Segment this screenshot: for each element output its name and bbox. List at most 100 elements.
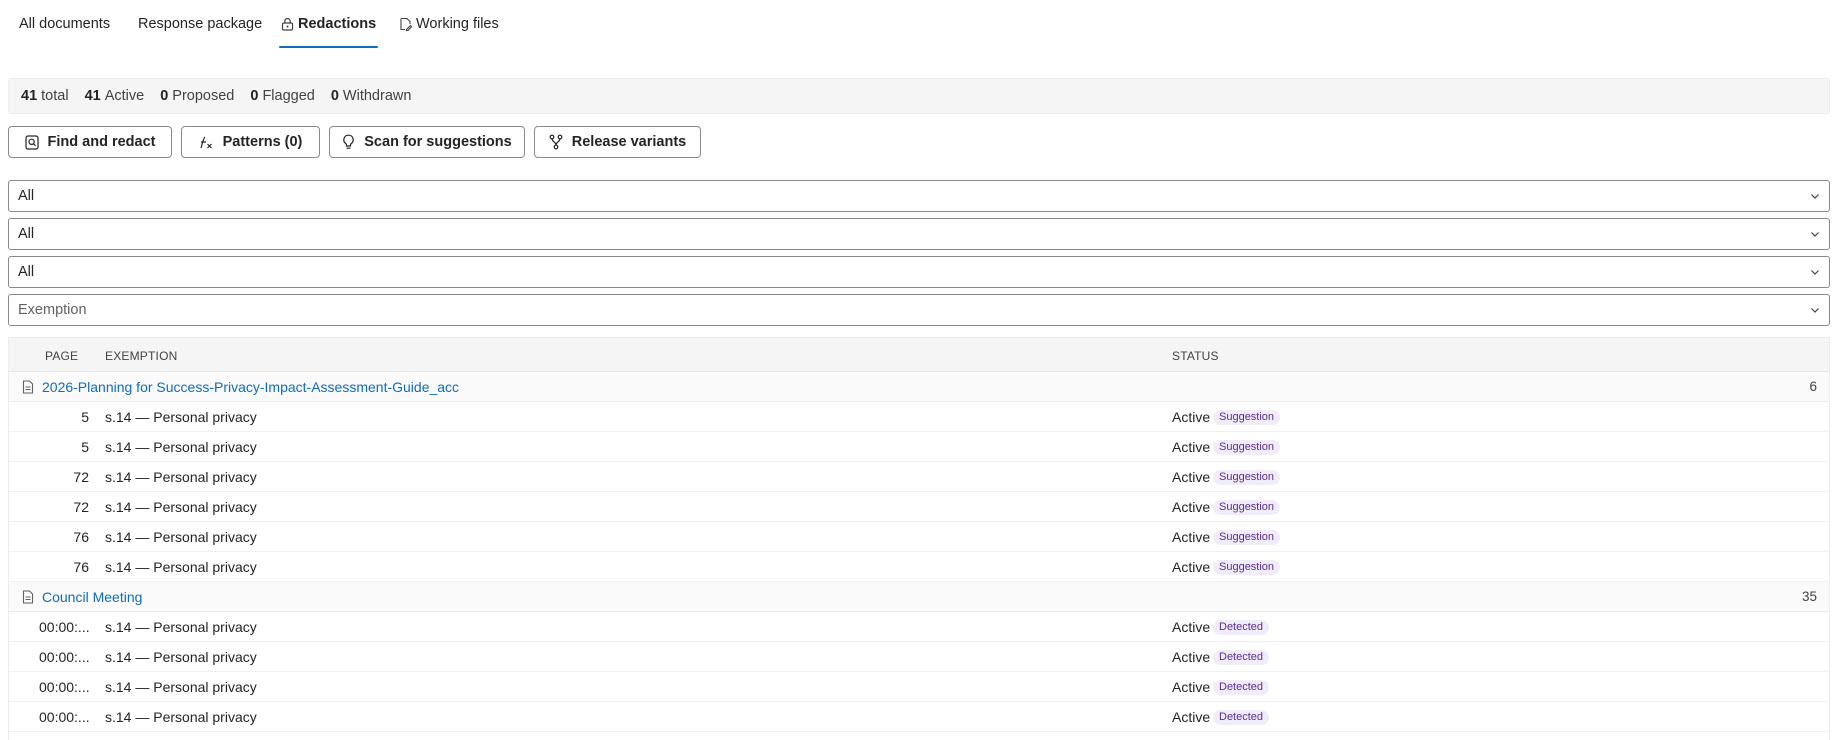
timestamp-cell: 00:00:... bbox=[39, 619, 90, 635]
select-value: All bbox=[18, 264, 35, 280]
detected-badge: Detected bbox=[1213, 680, 1270, 695]
scan-for-suggestions-button[interactable]: Scan for suggestions bbox=[329, 126, 525, 158]
status-cell: Active bbox=[1172, 649, 1211, 665]
table-row[interactable]: 76 s.14 — Personal privacy Active Sugges… bbox=[9, 522, 1829, 552]
status-cell: Active bbox=[1172, 469, 1211, 485]
tab-label: All documents bbox=[19, 16, 111, 32]
status-cell: Active bbox=[1172, 439, 1211, 455]
page-cell: 5 bbox=[81, 409, 89, 425]
table-header: PAGE EXEMPTION STATUS bbox=[9, 338, 1829, 372]
exemption-cell: s.14 — Personal privacy bbox=[105, 409, 257, 425]
exemption-cell: s.14 — Personal privacy bbox=[105, 529, 257, 545]
button-label: Patterns (0) bbox=[222, 134, 303, 150]
document-link[interactable]: Council Meeting bbox=[42, 589, 142, 605]
group-count: 6 bbox=[1809, 379, 1817, 394]
find-and-redact-button[interactable]: Find and redact bbox=[8, 126, 172, 158]
page-cell: 5 bbox=[81, 439, 89, 455]
stat-total: 41 total bbox=[21, 88, 69, 104]
release-variants-button[interactable]: Release variants bbox=[534, 126, 701, 158]
tab-bar: All documents Response package Redaction… bbox=[0, 0, 1840, 48]
chevron-down-icon bbox=[1811, 308, 1819, 313]
column-header-exemption[interactable]: EXEMPTION bbox=[105, 349, 177, 363]
redaction-summary: 41 total 41 Active 0 Proposed 0 Flagged 0 Wit… bbox=[8, 78, 1830, 114]
tab-label: Redactions bbox=[298, 16, 377, 32]
filter-select-3[interactable]: All bbox=[8, 256, 1830, 288]
detected-badge: Detected bbox=[1213, 650, 1270, 665]
status-cell: Active bbox=[1172, 679, 1211, 695]
document-icon bbox=[22, 590, 34, 604]
tab-all-documents[interactable]: All documents bbox=[19, 0, 110, 48]
exemption-cell: s.14 — Personal privacy bbox=[105, 619, 257, 635]
stat-active: 41 Active bbox=[84, 88, 145, 104]
exemption-cell: s.14 — Personal privacy bbox=[105, 439, 257, 455]
document-icon bbox=[22, 380, 34, 394]
exemption-cell: s.14 — Personal privacy bbox=[105, 709, 257, 725]
detected-badge: Detected bbox=[1213, 620, 1270, 635]
table-row[interactable]: 72 s.14 — Personal privacy Active Sugges… bbox=[9, 462, 1829, 492]
suggestion-badge: Suggestion bbox=[1213, 500, 1281, 515]
suggestion-badge: Suggestion bbox=[1213, 470, 1281, 485]
status-cell: Active bbox=[1172, 559, 1211, 575]
stat-flagged: 0 Flagged bbox=[250, 88, 315, 104]
table-row[interactable]: 5 s.14 — Personal privacy Active Suggest… bbox=[9, 432, 1829, 462]
chevron-down-icon bbox=[1811, 270, 1819, 275]
document-edit-icon bbox=[399, 17, 412, 31]
status-cell: Active bbox=[1172, 619, 1211, 635]
column-header-status[interactable]: STATUS bbox=[1172, 349, 1219, 363]
timestamp-cell: 00:00:... bbox=[39, 649, 90, 665]
filter-select-1[interactable]: All bbox=[8, 180, 1830, 212]
exemption-cell: s.14 — Personal privacy bbox=[105, 559, 257, 575]
tab-response-package[interactable]: Response package bbox=[138, 0, 262, 48]
page-cell: 72 bbox=[73, 469, 89, 485]
column-header-page[interactable]: PAGE bbox=[45, 349, 78, 363]
timestamp-cell: 00:00:... bbox=[39, 709, 90, 725]
table-row[interactable] bbox=[9, 732, 1829, 740]
select-value: All bbox=[18, 226, 35, 242]
tab-redactions[interactable]: Redactions bbox=[278, 0, 379, 48]
detected-badge: Detected bbox=[1213, 710, 1270, 725]
exemption-cell: s.14 — Personal privacy bbox=[105, 499, 257, 515]
status-cell: Active bbox=[1172, 709, 1211, 725]
document-link[interactable]: 2026-Planning for Success-Privacy-Impact… bbox=[42, 379, 459, 395]
redaction-toolbar: Find and redact Patterns (0) Scan for su… bbox=[8, 126, 701, 158]
select-value: All bbox=[18, 188, 35, 204]
table-row[interactable]: 00:00:... s.14 — Personal privacy Active… bbox=[9, 612, 1829, 642]
page-cell: 76 bbox=[73, 559, 89, 575]
chevron-down-icon bbox=[1811, 232, 1819, 237]
table-row[interactable]: 00:00:... s.14 — Personal privacy Active… bbox=[9, 702, 1829, 732]
table-row[interactable]: 5 s.14 — Personal privacy Active Suggest… bbox=[9, 402, 1829, 432]
table-row[interactable]: 00:00:... s.14 — Personal privacy Active… bbox=[9, 672, 1829, 702]
status-cell: Active bbox=[1172, 499, 1211, 515]
select-placeholder: Exemption bbox=[18, 302, 87, 318]
stat-proposed: 0 Proposed bbox=[160, 88, 235, 104]
redactions-table: PAGE EXEMPTION STATUS 2026-Planning for … bbox=[8, 337, 1830, 740]
suggestion-badge: Suggestion bbox=[1213, 560, 1281, 575]
group-count: 35 bbox=[1801, 589, 1817, 604]
page-cell: 72 bbox=[73, 499, 89, 515]
patterns-button[interactable]: Patterns (0) bbox=[181, 126, 320, 158]
document-group-row[interactable]: 2026-Planning for Success-Privacy-Impact… bbox=[9, 372, 1829, 402]
lock-icon bbox=[281, 17, 294, 31]
timestamp-cell: 00:00:... bbox=[39, 679, 90, 695]
table-row[interactable]: 76 s.14 — Personal privacy Active Sugges… bbox=[9, 552, 1829, 582]
status-cell: Active bbox=[1172, 529, 1211, 545]
table-row[interactable]: 72 s.14 — Personal privacy Active Sugges… bbox=[9, 492, 1829, 522]
table-row[interactable]: 00:00:... s.14 — Personal privacy Active… bbox=[9, 642, 1829, 672]
document-group-row[interactable]: Council Meeting 35 bbox=[9, 582, 1829, 612]
exemption-cell: s.14 — Personal privacy bbox=[105, 649, 257, 665]
chevron-down-icon bbox=[1811, 194, 1819, 199]
exemption-cell: s.14 — Personal privacy bbox=[105, 469, 257, 485]
page-cell: 76 bbox=[73, 529, 89, 545]
button-label: Release variants bbox=[571, 134, 687, 150]
search-document-icon bbox=[24, 134, 39, 150]
branch-icon bbox=[549, 134, 563, 150]
filter-select-2[interactable]: All bbox=[8, 218, 1830, 250]
stat-withdrawn: 0 Withdrawn bbox=[330, 88, 412, 104]
button-label: Scan for suggestions bbox=[364, 134, 512, 150]
tab-working-files[interactable]: Working files bbox=[399, 0, 499, 48]
exemption-select[interactable]: Exemption bbox=[8, 294, 1830, 326]
suggestion-badge: Suggestion bbox=[1213, 440, 1281, 455]
suggestion-badge: Suggestion bbox=[1213, 410, 1281, 425]
exemption-cell: s.14 — Personal privacy bbox=[105, 679, 257, 695]
pattern-icon bbox=[200, 136, 212, 148]
